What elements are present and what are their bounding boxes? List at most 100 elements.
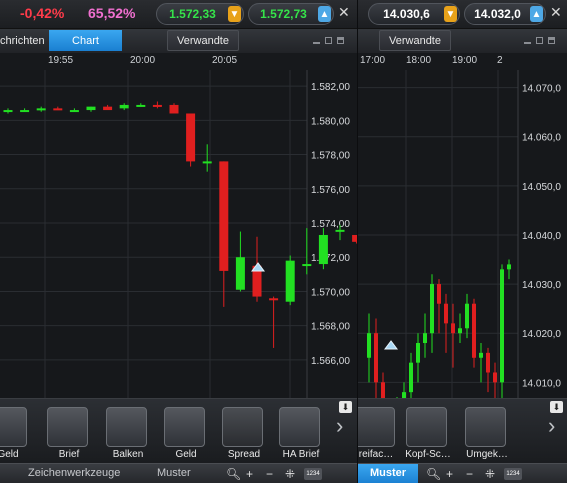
download-icon[interactable]: ⬇	[339, 401, 352, 413]
y-tick-label: 1.576,00	[311, 185, 350, 196]
minimize-icon[interactable]	[313, 37, 320, 44]
y-tick-label: 1.580,00	[311, 116, 350, 127]
candle-body	[437, 284, 441, 304]
crosshair-icon[interactable]: ⁜	[285, 467, 295, 481]
candle-body	[69, 110, 79, 113]
bid-bar-icon[interactable]	[164, 407, 205, 447]
tab-chart[interactable]: Chart	[49, 30, 122, 51]
ask-candle-icon[interactable]	[47, 407, 88, 447]
ask-price-button[interactable]: 14.032,0 ▲	[464, 3, 546, 25]
crosshair-icon[interactable]: ⁜	[485, 467, 495, 481]
candle-body	[86, 106, 96, 111]
candle-body	[381, 382, 385, 398]
bar-chart-icon[interactable]	[106, 407, 147, 447]
zoom-out-icon[interactable]: −	[466, 467, 473, 481]
candle-body	[500, 269, 504, 383]
right-quote-panel: 14.030,6 ▼ 14.032,0 ▲ ✕ Verwandte 17:00 …	[358, 0, 567, 483]
chevron-right-icon[interactable]: ›	[548, 413, 555, 439]
candle-body	[493, 372, 497, 383]
chevron-right-icon[interactable]: ›	[336, 413, 343, 439]
candlestick-chart[interactable]: 14.070,0 14.060,0 14.050,0 14.040,0 14.030,0…	[358, 70, 567, 398]
spread-line-icon[interactable]	[222, 407, 263, 447]
heikin-ashi-icon[interactable]	[279, 407, 320, 447]
close-icon[interactable]: ✕	[338, 4, 350, 21]
time-axis: 19:55 20:00 20:05	[0, 53, 357, 71]
quote-header: -0,42% 65,52% 1.572,33 ▼ 1.572,73 ▲ ✕	[0, 0, 357, 28]
y-tick-label: 1.566,00	[311, 356, 350, 367]
y-tick-label: 14.010,0	[522, 378, 561, 389]
zoom-in-icon[interactable]: +	[446, 467, 453, 481]
candle-body	[479, 352, 483, 358]
candle-body	[36, 108, 46, 111]
restore-icon[interactable]	[325, 37, 332, 44]
tab-news[interactable]: chrichten	[0, 30, 45, 51]
tool-label: Geld	[175, 449, 197, 460]
candle-body	[430, 284, 434, 334]
bid-price: 14.030,6	[383, 7, 430, 21]
numeric-badge[interactable]: 1234	[304, 468, 322, 480]
zoom-out-icon[interactable]: −	[266, 467, 273, 481]
time-axis: 17:00 18:00 19:00 2	[358, 53, 567, 71]
bottom-bar: Muster 🔍︎ + − ⁜ 1234	[358, 463, 567, 483]
candle-body	[335, 229, 345, 232]
tool-label: reifac…	[358, 449, 394, 460]
y-tick-label: 1.570,00	[311, 287, 350, 298]
download-icon[interactable]: ⬇	[550, 401, 563, 413]
bid-price-button[interactable]: 14.030,6 ▼	[368, 3, 460, 25]
zoom-search-icon[interactable]: 🔍︎	[426, 467, 441, 481]
bottom-bar: Zeichenwerkzeuge Muster 🔍︎ + − ⁜ 1234	[0, 463, 357, 483]
time-label: 20:00	[130, 55, 156, 66]
tool-label: Brief	[58, 449, 80, 460]
patterns-tab[interactable]: Muster	[157, 467, 191, 479]
candle-body	[458, 328, 462, 334]
bid-candle-icon[interactable]	[0, 407, 27, 447]
tab-bar: Verwandte	[358, 28, 567, 53]
time-label: 18:00	[406, 55, 432, 66]
tool-label: Umgek…	[466, 449, 508, 460]
maximize-icon[interactable]	[548, 37, 555, 44]
y-tick-label: 1.582,00	[311, 82, 350, 93]
ask-price-button[interactable]: 1.572,73 ▲	[248, 3, 334, 25]
candle-body	[186, 113, 196, 162]
tool-label: HA Brief	[282, 449, 320, 460]
drawing-tools-tab[interactable]: Zeichenwerkzeuge	[28, 467, 120, 479]
y-tick-label: 14.060,0	[522, 133, 561, 144]
ask-price: 14.032,0	[474, 7, 521, 21]
y-tick-label: 1.574,00	[311, 219, 350, 230]
head-shoulders-icon[interactable]	[406, 407, 447, 447]
candle-body	[409, 362, 413, 393]
candle-body	[169, 104, 179, 114]
close-icon[interactable]: ✕	[550, 4, 562, 21]
tab-related[interactable]: Verwandte	[379, 30, 451, 51]
pattern-toolbar: ⬇ › reifac… Kopf-Sc… Umgek…	[358, 398, 567, 463]
down-arrow-icon: ▼	[228, 6, 241, 22]
patterns-tab-label: Muster	[370, 467, 407, 479]
inverse-head-shoulders-icon[interactable]	[465, 407, 506, 447]
zoom-in-icon[interactable]: +	[246, 467, 253, 481]
candle-body	[465, 303, 469, 329]
y-tick-label: 14.070,0	[522, 84, 561, 95]
zoom-search-icon[interactable]: 🔍︎	[226, 467, 241, 481]
maximize-icon[interactable]	[337, 37, 344, 44]
numeric-badge[interactable]: 1234	[504, 468, 522, 480]
tab-related[interactable]: Verwandte	[167, 30, 239, 51]
candlestick-chart[interactable]: 1.582,00 1.580,00 1.578,00 1.576,00 1.574,00…	[0, 70, 357, 398]
restore-icon[interactable]	[536, 37, 543, 44]
candle-body	[444, 303, 448, 324]
minimize-icon[interactable]	[524, 37, 531, 44]
up-arrow-icon: ▲	[318, 6, 331, 22]
secondary-percent: 65,52%	[88, 5, 136, 21]
tool-label: Spread	[227, 449, 261, 460]
candle-body	[3, 110, 13, 113]
candle-body	[103, 106, 113, 111]
candle-body	[269, 298, 279, 301]
left-quote-panel: -0,42% 65,52% 1.572,33 ▼ 1.572,73 ▲ ✕ ch…	[0, 0, 357, 483]
bid-price-button[interactable]: 1.572,33 ▼	[156, 3, 244, 25]
y-tick-label: 14.030,0	[522, 280, 561, 291]
tool-label: Geld	[0, 449, 19, 460]
candle-body	[423, 333, 427, 344]
triangle-pattern-icon[interactable]	[358, 407, 395, 447]
change-percent: -0,42%	[20, 5, 65, 21]
candle-body	[367, 333, 371, 358]
y-tick-label: 14.050,0	[522, 182, 561, 193]
